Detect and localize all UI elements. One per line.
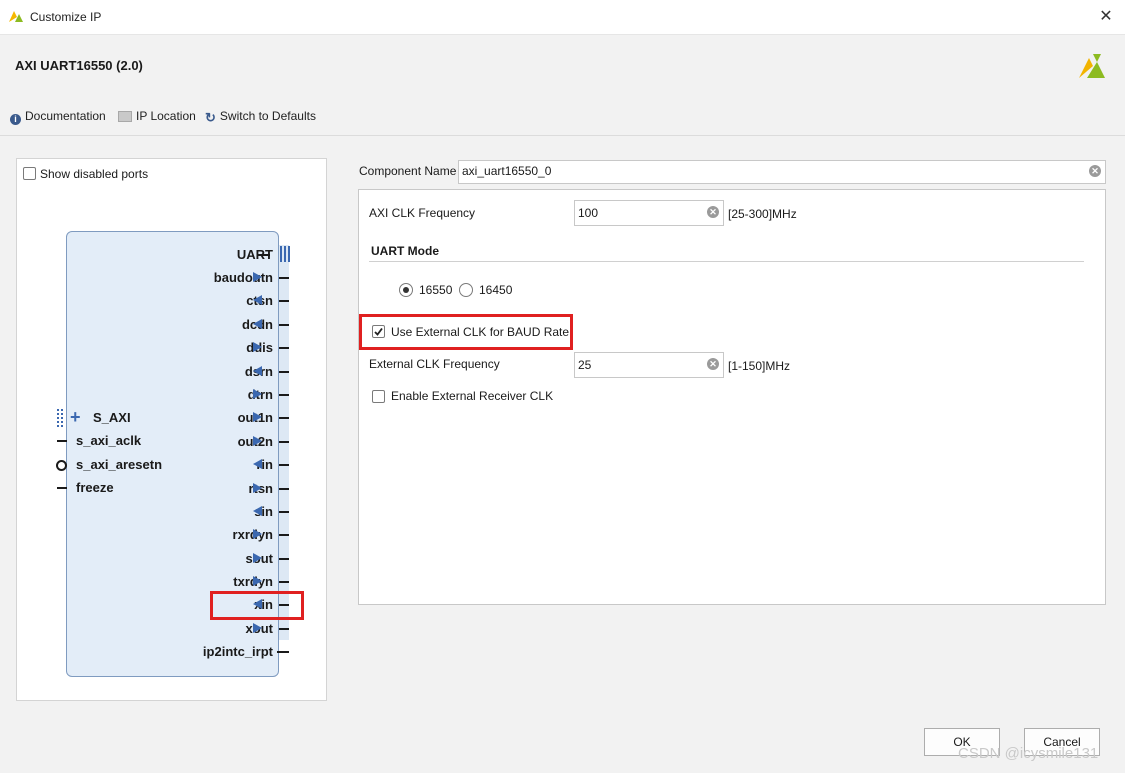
output-arrow-icon xyxy=(253,529,262,539)
output-arrow-icon xyxy=(253,576,262,586)
external-clk-frequency-label: External CLK Frequency xyxy=(369,357,500,371)
watermark: CSDN @icysmile131 xyxy=(958,745,1099,762)
external-clk-range: [1-150]MHz xyxy=(728,359,791,373)
dsrn-pin xyxy=(279,371,289,373)
refresh-icon: ↻ xyxy=(205,110,216,125)
close-button[interactable]: ✕ xyxy=(1092,4,1120,30)
ctsn-pin xyxy=(279,300,289,302)
port-s-axi-aclk: s_axi_aclk xyxy=(76,433,142,448)
uart-mode-title: UART Mode xyxy=(371,244,439,258)
xin-highlight-box xyxy=(210,591,304,620)
uart-bus-icon xyxy=(280,246,290,262)
input-arrow-icon xyxy=(253,319,262,329)
input-arrow-icon xyxy=(253,295,262,305)
port-ip2intc-irpt: ip2intc_irpt xyxy=(202,644,273,659)
output-arrow-icon xyxy=(253,623,262,633)
component-name-value: axi_uart16550_0 xyxy=(462,164,552,178)
s-axi-aclk-pin xyxy=(57,440,67,442)
switch-defaults-label: Switch to Defaults xyxy=(219,109,316,123)
ip-title: AXI UART16550 (2.0) xyxy=(15,58,143,73)
s-axi-bus-handle-icon xyxy=(57,409,65,427)
title-bar xyxy=(0,0,1125,35)
external-clk-frequency-input[interactable] xyxy=(574,352,724,378)
clear-icon[interactable]: ✕ xyxy=(707,358,719,370)
rin-pin xyxy=(279,464,289,466)
uart-pin xyxy=(258,254,270,256)
documentation-label: Documentation xyxy=(25,109,106,123)
output-arrow-icon xyxy=(253,342,262,352)
output-arrow-icon xyxy=(253,389,262,399)
sout-pin xyxy=(279,558,289,560)
dtrn-pin xyxy=(279,394,289,396)
port-freeze: freeze xyxy=(76,480,114,495)
enable-external-receiver-clk-label: Enable External Receiver CLK xyxy=(391,389,554,403)
show-disabled-ports-label: Show disabled ports xyxy=(40,167,149,181)
txrdyn-pin xyxy=(279,581,289,583)
port-baudoutn: baudoutn xyxy=(213,270,273,285)
output-arrow-icon xyxy=(253,483,262,493)
vivado-logo-icon xyxy=(9,11,23,22)
rtsn-pin xyxy=(279,488,289,490)
window-title: Customize IP xyxy=(30,10,102,24)
info-icon: i xyxy=(10,114,21,125)
output-arrow-icon xyxy=(253,436,262,446)
use-external-clk-checkbox[interactable] xyxy=(372,325,385,338)
expand-plus-icon[interactable]: + xyxy=(70,408,81,426)
documentation-link[interactable]: i Documentation xyxy=(10,109,106,125)
mode-16450-label: 16450 xyxy=(479,283,513,297)
mode-16550-label: 16550 xyxy=(419,283,453,297)
component-name-label: Component Name xyxy=(359,164,457,178)
use-external-clk-label: Use External CLK for BAUD Rate xyxy=(391,325,570,339)
output-arrow-icon xyxy=(253,412,262,422)
component-name-input[interactable] xyxy=(458,160,1106,184)
external-clk-frequency-value: 25 xyxy=(578,358,592,372)
mode-16450-radio[interactable] xyxy=(459,283,473,297)
folder-icon xyxy=(118,111,132,122)
ip-location-label: IP Location xyxy=(136,109,196,123)
input-arrow-icon xyxy=(253,506,262,516)
switch-defaults-link[interactable]: ↻ Switch to Defaults xyxy=(205,109,316,125)
dcdn-pin xyxy=(279,324,289,326)
baudoutn-pin xyxy=(279,277,289,279)
active-low-bubble-icon xyxy=(56,460,67,471)
checkmark-icon xyxy=(374,327,383,336)
radio-selected-dot xyxy=(403,287,409,293)
xout-pin xyxy=(279,628,289,630)
port-s-axi-aresetn: s_axi_aresetn xyxy=(76,457,163,472)
ip-location-link[interactable]: IP Location xyxy=(118,109,196,125)
input-arrow-icon xyxy=(253,366,262,376)
enable-external-receiver-clk-checkbox[interactable] xyxy=(372,390,385,403)
out2n-pin xyxy=(279,441,289,443)
output-arrow-icon xyxy=(253,553,262,563)
show-disabled-ports-checkbox[interactable] xyxy=(23,167,36,180)
out1n-pin xyxy=(279,417,289,419)
output-arrow-icon xyxy=(253,272,262,282)
freeze-pin xyxy=(57,487,67,489)
ip2intc-irpt-pin xyxy=(277,651,289,653)
rxrdyn-pin xyxy=(279,534,289,536)
section-divider xyxy=(369,261,1084,262)
port-s-axi: S_AXI xyxy=(93,410,131,425)
axi-clk-frequency-value: 100 xyxy=(578,206,599,220)
axi-clk-frequency-label: AXI CLK Frequency xyxy=(369,206,476,220)
clear-icon[interactable]: ✕ xyxy=(707,206,719,218)
sin-pin xyxy=(279,511,289,513)
ddis-pin xyxy=(279,347,289,349)
xilinx-logo-icon xyxy=(1079,54,1105,78)
input-arrow-icon xyxy=(253,459,262,469)
clear-icon[interactable]: ✕ xyxy=(1089,165,1101,177)
mode-16550-radio[interactable] xyxy=(399,283,413,297)
axi-clk-range: [25-300]MHz xyxy=(728,207,797,221)
